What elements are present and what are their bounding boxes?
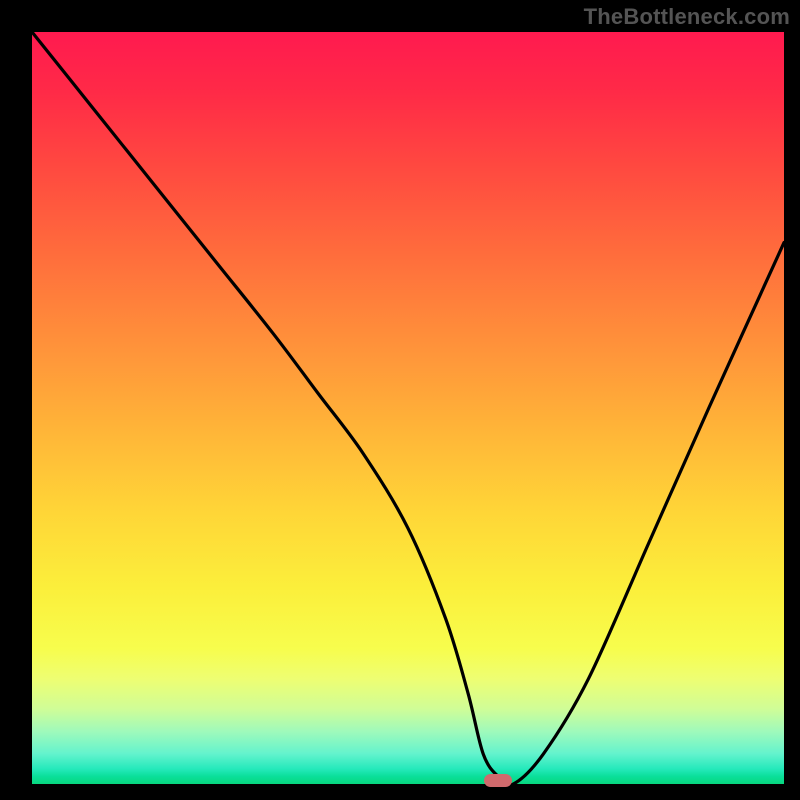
optimum-marker [484,774,512,787]
bottleneck-curve-path [32,32,784,785]
plot-area [32,32,784,784]
chart-stage: TheBottleneck.com [0,0,800,800]
curve-svg [32,32,784,784]
watermark-text: TheBottleneck.com [584,4,790,30]
